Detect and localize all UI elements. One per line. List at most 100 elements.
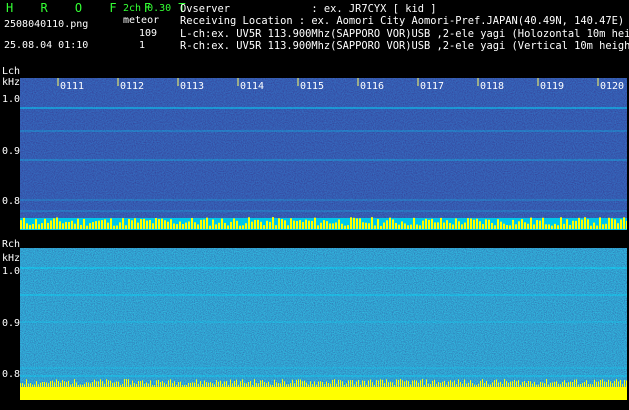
rch-meteor-spike: [558, 383, 559, 387]
rch-meteor-spike: [368, 380, 369, 387]
lch-meteor-spike: [329, 223, 331, 229]
rch-meteor-spike: [418, 382, 419, 387]
lch-meteor-spike: [554, 223, 556, 229]
rch-meteor-spike: [550, 382, 551, 387]
rch-meteor-spike: [526, 382, 527, 387]
rch-meteor-spike: [522, 382, 523, 387]
lch-meteor-spike: [137, 222, 139, 229]
lch-meteor-spike: [485, 219, 487, 229]
rch-label: Rch: [2, 239, 21, 250]
rch-meteor-spike: [434, 379, 435, 387]
lch-meteor-spike: [116, 225, 118, 229]
lch-meteor-spike: [86, 225, 88, 229]
rch-meteor-spike: [140, 381, 141, 387]
lch-meteor-spike: [428, 219, 430, 229]
rch-meteor-spike: [128, 379, 129, 387]
rch-meteor-spike: [102, 381, 103, 387]
lch-meteor-spike: [416, 224, 418, 229]
rch-meteor-spike: [596, 381, 597, 387]
rch-meteor-spike: [534, 381, 535, 387]
rch-meteor-spike: [472, 383, 473, 387]
lch-meteor-spike: [281, 219, 283, 229]
rch-meteor-spike: [622, 384, 623, 387]
rch-meteor-spike: [504, 379, 505, 387]
rch-meteor-spike: [376, 380, 377, 387]
rch-meteor-spike: [322, 381, 323, 387]
lch-meteor-spike: [317, 225, 319, 229]
lch-meteor-spike: [545, 224, 547, 229]
rch-meteor-spike: [114, 382, 115, 387]
rch-meteor-spike: [340, 380, 341, 387]
lch-meteor-spike: [413, 217, 415, 229]
rch-meteor-spike: [502, 383, 503, 387]
time-label: 0119: [540, 81, 564, 92]
lch-meteor-spike: [497, 219, 499, 229]
rch-meteor-spike: [456, 384, 457, 387]
rch-meteor-spike: [136, 383, 137, 387]
lch-meteor-spike: [491, 222, 493, 229]
time-label: 0114: [240, 81, 264, 92]
lch-meteor-spike: [56, 217, 58, 229]
rch-meteor-spike: [590, 383, 591, 387]
rch-meteor-spike: [530, 381, 531, 387]
lch-waterfall: 0111 0112 0113 0114 0115 0116 0117 0118 0119 0120: [20, 78, 627, 230]
rch-meteor-spike: [574, 379, 575, 387]
lch-meteor-spike: [359, 218, 361, 229]
lch-meteor-spike: [587, 219, 589, 229]
lch-meteor-spike: [617, 223, 619, 229]
rch-meteor-spike: [470, 380, 471, 387]
rch-meteor-spike: [326, 381, 327, 387]
lch-meteor-spike: [77, 218, 79, 229]
rch-meteor-spike: [536, 384, 537, 387]
rch-meteor-spike: [238, 384, 239, 387]
lch-meteor-spike: [230, 221, 232, 229]
rch-meteor-spike: [334, 379, 335, 387]
rch-meteor-spike: [538, 384, 539, 387]
rch-meteor-spike: [256, 382, 257, 387]
rch-meteor-spike: [492, 382, 493, 387]
rch-meteor-spike: [506, 381, 507, 387]
lch-meteor-spike: [197, 224, 199, 229]
rch-meteor-spike: [380, 379, 381, 387]
lch-meteor-spike: [332, 223, 334, 229]
lch-meteor-spike: [320, 222, 322, 229]
rch-meteor-spike: [124, 379, 125, 387]
lch-meteor-spike: [296, 220, 298, 229]
rch-meteor-spike: [56, 379, 57, 387]
rch-meteor-spike: [612, 383, 613, 387]
rch-meteor-spike: [548, 384, 549, 387]
lch-meteor-spike: [533, 224, 535, 229]
rch-meteor-spike: [356, 381, 357, 387]
lch-meteor-spike: [479, 221, 481, 229]
rch-meteor-spike: [198, 383, 199, 387]
lch-meteor-spike: [89, 223, 91, 229]
lch-meteor-spike: [626, 220, 627, 229]
lch-meteor-spike: [173, 223, 175, 229]
rch-meteor-spike: [566, 383, 567, 387]
rch-meteor-spike: [246, 383, 247, 387]
rch-meteor-spike: [264, 382, 265, 387]
rch-meteor-spike: [464, 379, 465, 387]
rch-meteor-spike: [304, 380, 305, 387]
rch-meteor-spike: [152, 384, 153, 387]
rch-meteor-spike: [616, 379, 617, 387]
lch-meteor-spike: [305, 219, 307, 229]
lch-meteor-spike: [158, 219, 160, 229]
rch-meteor-spike: [230, 379, 231, 387]
lch-meteor-spike: [299, 220, 301, 229]
lch-meteor-spike: [155, 218, 157, 229]
rch-meteor-spike: [584, 381, 585, 387]
rch-meteor-spike: [200, 381, 201, 387]
lch-meteor-spike: [584, 217, 586, 229]
rch-meteor-spike: [484, 382, 485, 387]
lch-meteor-spike: [323, 220, 325, 229]
rch-meteor-spike: [372, 382, 373, 387]
lch-meteor-spike: [503, 223, 505, 229]
lch-meteor-spike: [41, 223, 43, 229]
lch-meteor-spike: [293, 220, 295, 229]
rch-meteor-spike: [448, 381, 449, 387]
rch-meteor-spike: [214, 384, 215, 387]
rch-meteor-spike: [116, 381, 117, 387]
rch-meteor-spike: [462, 383, 463, 387]
lch-meteor-spike: [407, 225, 409, 229]
